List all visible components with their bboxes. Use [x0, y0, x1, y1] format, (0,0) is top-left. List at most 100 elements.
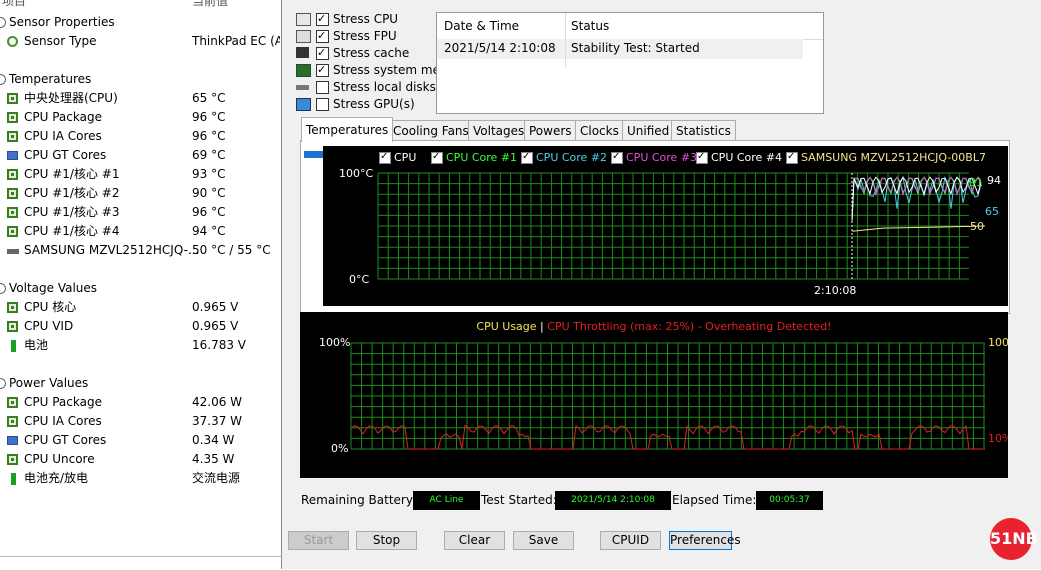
series-end-label: 94 — [987, 174, 1001, 187]
test-log-table: Date & Time Status 2021/5/14 2:10:08 Sta… — [436, 12, 824, 114]
group-title: Sensor Properties — [9, 15, 115, 29]
series-end-label: 50 — [970, 220, 984, 233]
tab-clocks[interactable]: Clocks — [575, 120, 624, 141]
sensor-label: CPU #1/核心 #4 — [24, 224, 120, 238]
disk-icon — [7, 249, 19, 254]
chip-icon — [7, 454, 18, 465]
sensor-label: Sensor Type — [24, 34, 97, 48]
left-bottom-label: 0% — [331, 442, 348, 455]
temperature-chart: CPUCPU Core #1CPU Core #2CPU Core #3CPU … — [323, 146, 1008, 306]
chip-icon — [7, 93, 18, 104]
series-end-label: 91 — [969, 176, 983, 189]
disk-icon — [296, 85, 309, 90]
chip-icon — [7, 397, 18, 408]
memory-icon — [296, 64, 311, 77]
start-button[interactable]: Start — [288, 531, 349, 550]
chip-icon — [7, 131, 18, 142]
sensor-value: 4.35 W — [192, 452, 235, 466]
sensor-label: CPU 核心 — [24, 300, 77, 314]
sensor-label: SAMSUNG MZVL2512HCJQ-... — [24, 243, 200, 257]
tab-statistics[interactable]: Statistics — [671, 120, 736, 141]
time-label: 2:10:08 — [814, 284, 856, 297]
chip-icon — [7, 321, 18, 332]
sensor-panel: 项目 当前值 Sensor Properties Sensor Type Think… — [0, 0, 280, 569]
checkbox[interactable] — [316, 45, 329, 61]
chip-icon — [7, 416, 18, 427]
tab-unified[interactable]: Unified — [622, 120, 675, 141]
group-icon — [0, 283, 6, 294]
sensor-label: 电池充/放电 — [24, 471, 89, 485]
stress-option-label: Stress local disks — [333, 80, 436, 94]
watermark-logo: 51NB — [990, 518, 1038, 560]
cpu-icon — [296, 13, 311, 26]
fpu-icon — [296, 30, 311, 43]
sensor-label: CPU #1/核心 #3 — [24, 205, 120, 219]
chip-icon — [7, 226, 18, 237]
y-axis-top-label: 100°C — [339, 167, 373, 180]
checkbox[interactable] — [316, 28, 329, 44]
sensor-value: 90 °C — [192, 186, 226, 200]
y-axis-bottom-label: 0°C — [349, 273, 369, 286]
sensor-label: CPU VID — [24, 319, 74, 333]
sensor-value: 16.783 V — [192, 338, 247, 352]
gpu-icon — [7, 151, 18, 160]
tab-powers[interactable]: Powers — [524, 120, 577, 141]
log-date: 2021/5/14 2:10:08 — [444, 41, 556, 55]
sensor-value: ThinkPad EC (ACPI) — [192, 34, 280, 48]
save-button[interactable]: Save — [513, 531, 574, 550]
checkbox[interactable] — [316, 98, 329, 111]
sensor-value: 96 °C — [192, 129, 226, 143]
sensor-label: CPU Package — [24, 395, 102, 409]
checkbox[interactable] — [316, 81, 329, 94]
usage-grid — [350, 342, 985, 450]
preferences-button[interactable]: Preferences — [669, 531, 741, 550]
sensor-value: 69 °C — [192, 148, 226, 162]
test-started-value: 2021/5/14 2:10:08 — [555, 491, 671, 510]
checkbox[interactable] — [316, 11, 329, 27]
column-header-status[interactable]: Status — [571, 13, 609, 39]
checkbox[interactable] — [316, 62, 329, 78]
sensor-value: 93 °C — [192, 167, 226, 181]
sensor-label: CPU Uncore — [24, 452, 95, 466]
battery-icon — [11, 473, 16, 485]
chip-icon — [7, 188, 18, 199]
cache-icon — [296, 47, 309, 58]
sensor-label: CPU Package — [24, 110, 102, 124]
temperature-graph: 100°C 0°C 2:10:08 94 91 6550 — [339, 167, 1001, 297]
selected-item-indicator — [304, 151, 323, 158]
stress-option-label: Stress FPU — [333, 29, 397, 43]
remaining-battery-value: AC Line — [413, 491, 480, 510]
stress-option-label: Stress system mem — [333, 63, 452, 77]
sensor-label: CPU IA Cores — [24, 129, 102, 143]
left-top-label: 100% — [319, 336, 350, 349]
cpu-usage-chart: CPU Usage | CPU Throttling (max: 25%) - … — [300, 312, 1008, 478]
sensor-value: 96 °C — [192, 205, 226, 219]
right-value-label: 10% — [988, 432, 1008, 445]
sensor-value: 42.06 W — [192, 395, 243, 409]
stop-button[interactable]: Stop — [356, 531, 417, 550]
cpuid-button[interactable]: CPUID — [600, 531, 661, 550]
tab-cooling-fans[interactable]: Cooling Fans — [388, 120, 474, 141]
sensor-value: 0.965 V — [192, 300, 239, 314]
tab-temperatures[interactable]: Temperatures — [301, 117, 394, 142]
sensor-label: CPU #1/核心 #1 — [24, 167, 120, 181]
clear-button[interactable]: Clear — [444, 531, 505, 550]
stress-option-label: Stress cache — [333, 46, 410, 60]
sensor-value: 0.34 W — [192, 433, 235, 447]
sensor-label: CPU #1/核心 #2 — [24, 186, 120, 200]
sensor-value: 0.965 V — [192, 319, 239, 333]
column-header-item: 项目 — [2, 0, 27, 8]
gpu-icon — [7, 436, 18, 445]
column-header-date[interactable]: Date & Time — [444, 13, 519, 39]
group-title: Temperatures — [9, 72, 92, 86]
table-row[interactable]: 2021/5/14 2:10:08 Stability Test: Starte… — [437, 39, 803, 59]
chip-icon — [7, 169, 18, 180]
sensor-value: 交流电源 — [192, 471, 241, 485]
sensor-column-headers: 项目 当前值 — [0, 0, 280, 8]
chip-icon — [7, 207, 18, 218]
tab-voltages[interactable]: Voltages — [468, 120, 530, 141]
remaining-battery-label: Remaining Battery: — [301, 493, 417, 507]
group-icon — [0, 17, 6, 28]
sensor-value: 50 °C / 55 °C — [192, 243, 271, 257]
right-top-label: 100% — [988, 336, 1008, 349]
